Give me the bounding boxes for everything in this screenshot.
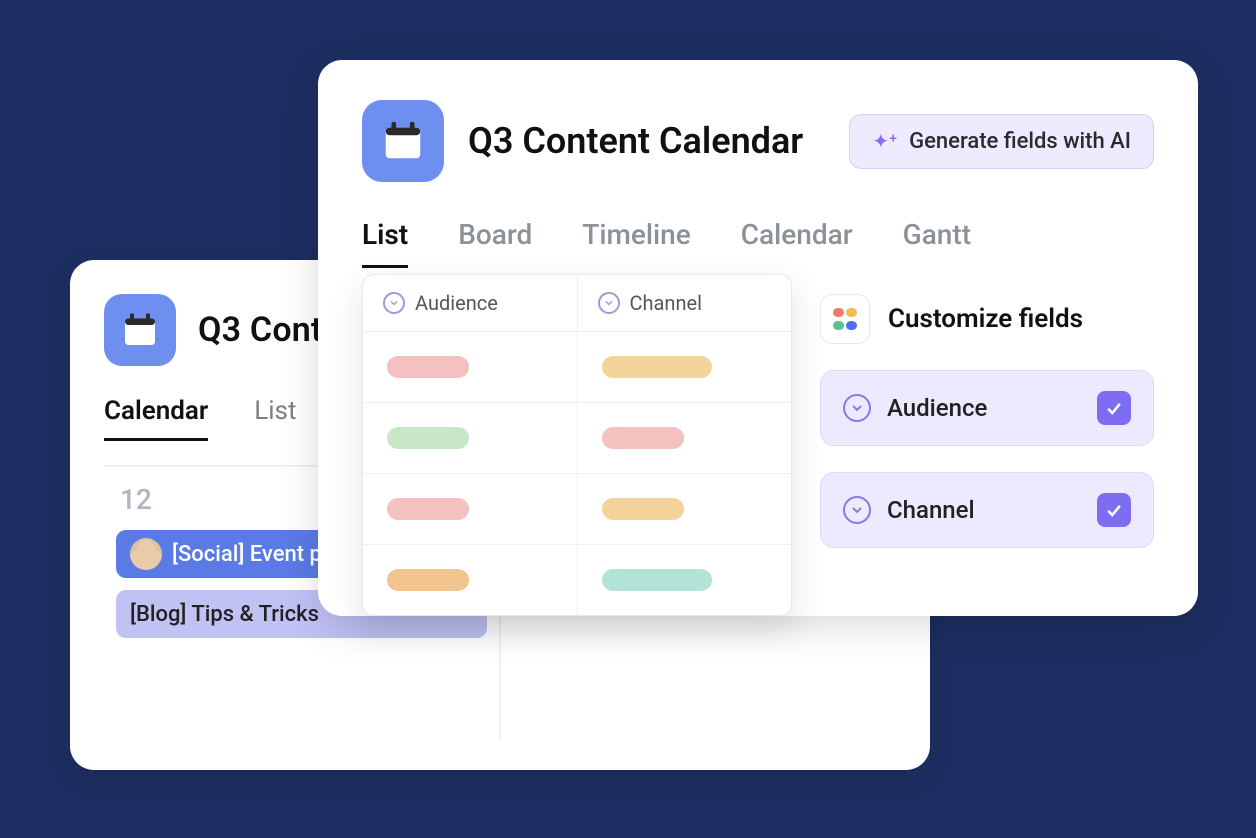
tab-timeline[interactable]: Timeline: [582, 218, 690, 268]
list-header-row: Audience Channel: [363, 275, 791, 332]
table-row: [363, 332, 791, 403]
generate-fields-ai-button[interactable]: ✦⁺ Generate fields with AI: [849, 114, 1154, 169]
value-pill: [387, 427, 469, 449]
value-pill: [602, 569, 712, 591]
calendar-icon: [380, 118, 426, 164]
check-icon: [1104, 500, 1124, 520]
tab-gantt[interactable]: Gantt: [903, 218, 971, 268]
table-row: [363, 403, 791, 474]
field-checkbox[interactable]: [1097, 391, 1131, 425]
value-pill: [387, 569, 469, 591]
customize-title: Customize fields: [888, 304, 1083, 334]
chevron-down-icon: [383, 292, 405, 314]
value-pill: [602, 498, 684, 520]
cell-audience[interactable]: [363, 545, 578, 615]
cell-audience[interactable]: [363, 332, 578, 402]
value-pill: [602, 427, 684, 449]
field-toggle-audience[interactable]: Audience: [820, 370, 1154, 446]
avatar: [130, 538, 162, 570]
event-label: [Blog] Tips & Tricks: [130, 602, 319, 627]
calendar-app-icon: [104, 294, 176, 366]
value-pill: [387, 498, 469, 520]
chevron-down-icon: [843, 394, 871, 422]
cell-audience[interactable]: [363, 403, 578, 473]
table-row: [363, 474, 791, 545]
customize-title-row: Customize fields: [820, 294, 1154, 344]
field-label: Audience: [887, 394, 987, 422]
field-checkbox[interactable]: [1097, 493, 1131, 527]
calendar-app-icon: [362, 100, 444, 182]
column-header-channel[interactable]: Channel: [578, 275, 792, 331]
value-pill: [387, 356, 469, 378]
calendar-icon: [120, 310, 160, 350]
front-card-header: Q3 Content Calendar ✦⁺ Generate fields w…: [362, 100, 1154, 182]
tab-list[interactable]: List: [362, 218, 408, 268]
cell-channel[interactable]: [578, 474, 792, 544]
fields-icon: [820, 294, 870, 344]
sparkle-icon: ✦⁺: [872, 131, 897, 151]
table-row: [363, 545, 791, 615]
tab-calendar[interactable]: Calendar: [104, 396, 208, 441]
field-label: Channel: [887, 496, 975, 524]
tab-calendar[interactable]: Calendar: [741, 218, 853, 268]
cell-audience[interactable]: [363, 474, 578, 544]
column-header-audience[interactable]: Audience: [363, 275, 578, 331]
tab-board[interactable]: Board: [458, 218, 532, 268]
column-label: Channel: [630, 291, 702, 315]
front-body: Audience Channel: [362, 274, 1154, 616]
cell-channel[interactable]: [578, 545, 792, 615]
value-pill: [602, 356, 712, 378]
front-page-title: Q3 Content Calendar: [468, 120, 803, 162]
column-label: Audience: [415, 291, 498, 315]
cell-channel[interactable]: [578, 403, 792, 473]
check-icon: [1104, 398, 1124, 418]
customize-fields-panel: Customize fields Audience Channel: [820, 274, 1154, 614]
front-tabs: List Board Timeline Calendar Gantt: [362, 218, 1154, 268]
cell-channel[interactable]: [578, 332, 792, 402]
chevron-down-icon: [843, 496, 871, 524]
field-toggle-channel[interactable]: Channel: [820, 472, 1154, 548]
list-preview-grid: Audience Channel: [362, 274, 792, 616]
ai-button-label: Generate fields with AI: [909, 129, 1131, 154]
tab-list-back[interactable]: List: [254, 396, 296, 441]
list-view-card: Q3 Content Calendar ✦⁺ Generate fields w…: [318, 60, 1198, 616]
chevron-down-icon: [598, 292, 620, 314]
